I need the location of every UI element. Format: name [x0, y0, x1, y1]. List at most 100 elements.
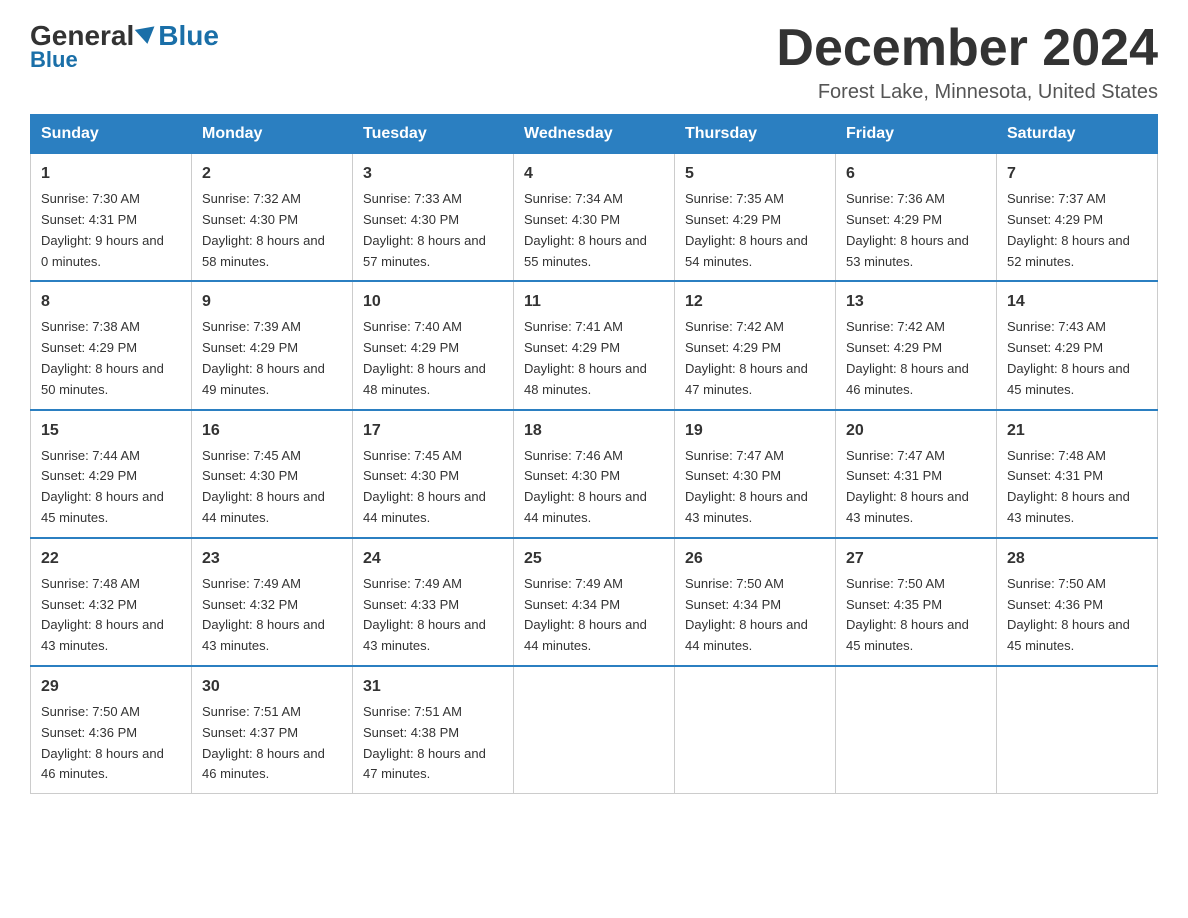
calendar-cell: 16 Sunrise: 7:45 AMSunset: 4:30 PMDayligh… — [192, 410, 353, 538]
day-number: 4 — [524, 162, 664, 186]
day-number: 24 — [363, 547, 503, 571]
day-info: Sunrise: 7:38 AMSunset: 4:29 PMDaylight:… — [41, 319, 164, 396]
day-number: 15 — [41, 419, 181, 443]
day-number: 18 — [524, 419, 664, 443]
calendar-cell: 5Sunrise: 7:35 AMSunset: 4:29 PMDaylight… — [675, 154, 836, 282]
day-number: 25 — [524, 547, 664, 571]
calendar-cell: 14 Sunrise: 7:43 AMSunset: 4:29 PMDayligh… — [997, 281, 1158, 409]
day-number: 6 — [846, 162, 986, 186]
calendar-cell: 18Sunrise: 7:46 AMSunset: 4:30 PMDayligh… — [514, 410, 675, 538]
day-number: 28 — [1007, 547, 1147, 571]
calendar-cell: 23Sunrise: 7:49 AMSunset: 4:32 PMDayligh… — [192, 538, 353, 666]
day-info: Sunrise: 7:43 AMSunset: 4:29 PMDaylight:… — [1007, 319, 1130, 396]
calendar-week-row: 22 Sunrise: 7:48 AMSunset: 4:32 PMDayligh… — [31, 538, 1158, 666]
day-info: Sunrise: 7:37 AMSunset: 4:29 PMDaylight:… — [1007, 191, 1130, 268]
calendar-cell — [675, 666, 836, 794]
day-number: 2 — [202, 162, 342, 186]
logo-triangle-icon — [135, 26, 157, 45]
day-info: Sunrise: 7:47 AMSunset: 4:30 PMDaylight:… — [685, 448, 808, 525]
day-info: Sunrise: 7:35 AMSunset: 4:29 PMDaylight:… — [685, 191, 808, 268]
calendar-cell: 25 Sunrise: 7:49 AMSunset: 4:34 PMDayligh… — [514, 538, 675, 666]
calendar-cell: 22 Sunrise: 7:48 AMSunset: 4:32 PMDayligh… — [31, 538, 192, 666]
day-info: Sunrise: 7:47 AMSunset: 4:31 PMDaylight:… — [846, 448, 969, 525]
day-info: Sunrise: 7:50 AMSunset: 4:35 PMDaylight:… — [846, 576, 969, 653]
day-number: 11 — [524, 290, 664, 314]
location-title: Forest Lake, Minnesota, United States — [776, 81, 1158, 104]
day-info: Sunrise: 7:49 AMSunset: 4:34 PMDaylight:… — [524, 576, 647, 653]
title-block: December 2024 Forest Lake, Minnesota, Un… — [776, 20, 1158, 104]
day-number: 14 — [1007, 290, 1147, 314]
day-info: Sunrise: 7:50 AMSunset: 4:36 PMDaylight:… — [1007, 576, 1130, 653]
calendar-cell: 15Sunrise: 7:44 AMSunset: 4:29 PMDayligh… — [31, 410, 192, 538]
logo-underline: Blue — [30, 47, 78, 73]
calendar-cell: 6 Sunrise: 7:36 AMSunset: 4:29 PMDaylight… — [836, 154, 997, 282]
calendar-cell: 3Sunrise: 7:33 AMSunset: 4:30 PMDaylight… — [353, 154, 514, 282]
day-header-wednesday: Wednesday — [514, 115, 675, 154]
page-header: General Blue Blue December 2024 Forest L… — [30, 20, 1158, 104]
calendar-cell: 31 Sunrise: 7:51 AMSunset: 4:38 PMDayligh… — [353, 666, 514, 794]
calendar-cell: 11 Sunrise: 7:41 AMSunset: 4:29 PMDayligh… — [514, 281, 675, 409]
calendar-cell: 26Sunrise: 7:50 AMSunset: 4:34 PMDayligh… — [675, 538, 836, 666]
calendar-header-row: SundayMondayTuesdayWednesdayThursdayFrid… — [31, 115, 1158, 154]
calendar-cell: 2 Sunrise: 7:32 AMSunset: 4:30 PMDaylight… — [192, 154, 353, 282]
calendar-cell: 19 Sunrise: 7:47 AMSunset: 4:30 PMDayligh… — [675, 410, 836, 538]
day-number: 31 — [363, 675, 503, 699]
calendar-cell — [836, 666, 997, 794]
day-info: Sunrise: 7:50 AMSunset: 4:36 PMDaylight:… — [41, 704, 164, 781]
day-number: 16 — [202, 419, 342, 443]
day-info: Sunrise: 7:49 AMSunset: 4:32 PMDaylight:… — [202, 576, 325, 653]
calendar-table: SundayMondayTuesdayWednesdayThursdayFrid… — [30, 114, 1158, 794]
calendar-cell: 7 Sunrise: 7:37 AMSunset: 4:29 PMDaylight… — [997, 154, 1158, 282]
day-number: 20 — [846, 419, 986, 443]
day-info: Sunrise: 7:40 AMSunset: 4:29 PMDaylight:… — [363, 319, 486, 396]
calendar-cell: 21 Sunrise: 7:48 AMSunset: 4:31 PMDayligh… — [997, 410, 1158, 538]
calendar-week-row: 29 Sunrise: 7:50 AMSunset: 4:36 PMDayligh… — [31, 666, 1158, 794]
calendar-cell: 24 Sunrise: 7:49 AMSunset: 4:33 PMDayligh… — [353, 538, 514, 666]
calendar-cell: 8 Sunrise: 7:38 AMSunset: 4:29 PMDaylight… — [31, 281, 192, 409]
day-number: 17 — [363, 419, 503, 443]
day-number: 29 — [41, 675, 181, 699]
calendar-cell: 13Sunrise: 7:42 AMSunset: 4:29 PMDayligh… — [836, 281, 997, 409]
day-info: Sunrise: 7:50 AMSunset: 4:34 PMDaylight:… — [685, 576, 808, 653]
calendar-cell: 28 Sunrise: 7:50 AMSunset: 4:36 PMDayligh… — [997, 538, 1158, 666]
day-info: Sunrise: 7:45 AMSunset: 4:30 PMDaylight:… — [202, 448, 325, 525]
calendar-cell — [514, 666, 675, 794]
day-number: 13 — [846, 290, 986, 314]
day-number: 12 — [685, 290, 825, 314]
calendar-cell — [997, 666, 1158, 794]
day-info: Sunrise: 7:48 AMSunset: 4:32 PMDaylight:… — [41, 576, 164, 653]
day-number: 10 — [363, 290, 503, 314]
day-info: Sunrise: 7:30 AMSunset: 4:31 PMDaylight:… — [41, 191, 164, 268]
calendar-cell: 10 Sunrise: 7:40 AMSunset: 4:29 PMDayligh… — [353, 281, 514, 409]
day-number: 19 — [685, 419, 825, 443]
day-number: 22 — [41, 547, 181, 571]
calendar-week-row: 8 Sunrise: 7:38 AMSunset: 4:29 PMDaylight… — [31, 281, 1158, 409]
day-header-monday: Monday — [192, 115, 353, 154]
day-header-tuesday: Tuesday — [353, 115, 514, 154]
day-info: Sunrise: 7:49 AMSunset: 4:33 PMDaylight:… — [363, 576, 486, 653]
day-info: Sunrise: 7:39 AMSunset: 4:29 PMDaylight:… — [202, 319, 325, 396]
day-header-friday: Friday — [836, 115, 997, 154]
day-info: Sunrise: 7:51 AMSunset: 4:38 PMDaylight:… — [363, 704, 486, 781]
day-number: 30 — [202, 675, 342, 699]
day-info: Sunrise: 7:32 AMSunset: 4:30 PMDaylight:… — [202, 191, 325, 268]
day-info: Sunrise: 7:51 AMSunset: 4:37 PMDaylight:… — [202, 704, 325, 781]
day-number: 21 — [1007, 419, 1147, 443]
calendar-cell: 20 Sunrise: 7:47 AMSunset: 4:31 PMDayligh… — [836, 410, 997, 538]
month-title: December 2024 — [776, 20, 1158, 77]
day-number: 27 — [846, 547, 986, 571]
calendar-cell: 29 Sunrise: 7:50 AMSunset: 4:36 PMDayligh… — [31, 666, 192, 794]
day-info: Sunrise: 7:36 AMSunset: 4:29 PMDaylight:… — [846, 191, 969, 268]
calendar-cell: 9Sunrise: 7:39 AMSunset: 4:29 PMDaylight… — [192, 281, 353, 409]
day-info: Sunrise: 7:41 AMSunset: 4:29 PMDaylight:… — [524, 319, 647, 396]
day-info: Sunrise: 7:34 AMSunset: 4:30 PMDaylight:… — [524, 191, 647, 268]
calendar-cell: 27 Sunrise: 7:50 AMSunset: 4:35 PMDayligh… — [836, 538, 997, 666]
day-info: Sunrise: 7:45 AMSunset: 4:30 PMDaylight:… — [363, 448, 486, 525]
day-number: 7 — [1007, 162, 1147, 186]
logo-blue-text: Blue — [158, 20, 219, 52]
day-header-sunday: Sunday — [31, 115, 192, 154]
calendar-week-row: 15Sunrise: 7:44 AMSunset: 4:29 PMDayligh… — [31, 410, 1158, 538]
calendar-week-row: 1Sunrise: 7:30 AMSunset: 4:31 PMDaylight… — [31, 154, 1158, 282]
day-info: Sunrise: 7:48 AMSunset: 4:31 PMDaylight:… — [1007, 448, 1130, 525]
day-number: 8 — [41, 290, 181, 314]
